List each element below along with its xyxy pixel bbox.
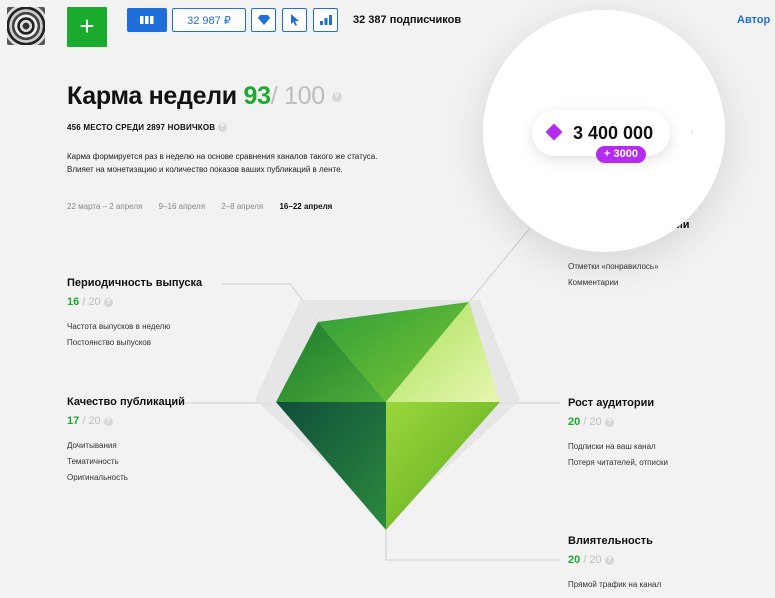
metric-score: 20 / 20 ? (568, 554, 661, 566)
reward-value: 3 400 000 (573, 123, 654, 143)
connector-line (385, 530, 560, 561)
score-max: / 20 (82, 296, 101, 308)
help-icon[interactable]: ? (604, 555, 614, 565)
metric-title: Рост аудитории (568, 397, 655, 409)
score-value: 16 (67, 296, 80, 308)
score-value: 20 (568, 554, 581, 566)
metric-item: Отметки «понравилось» (568, 262, 659, 271)
score-max: / 20 (583, 554, 602, 566)
connector-line (468, 227, 531, 303)
metric-item: Прямой трафик на канал (568, 580, 662, 589)
metric-item: Оригинальность (67, 473, 128, 482)
metric-growth: Рост аудитории 20 / 20 ? Подписки на ваш… (568, 397, 668, 471)
metric-periodicity: Периодичность выпуска 16 / 20 ? Частота … (67, 277, 202, 351)
score-max: / 20 (583, 416, 602, 428)
help-icon[interactable]: ? (103, 297, 113, 307)
score-max: / 20 (82, 415, 101, 427)
help-icon[interactable]: ? (604, 417, 614, 427)
metric-item: Комментарии (568, 278, 619, 287)
metric-item: Частота выпусков в неделю (67, 322, 171, 331)
metric-score: 16 / 20 ? (67, 296, 202, 308)
metric-score: 20 / 20 ? (568, 416, 668, 428)
score-value: 20 (568, 416, 581, 428)
reward-delta-badge: + 3000 (596, 146, 646, 163)
metric-item: Потеря читателей, отписки (568, 458, 668, 467)
metric-title: Качество публикаций (67, 396, 185, 408)
metric-item: Постоянство выпусков (67, 338, 151, 347)
score-value: 17 (67, 415, 80, 427)
help-icon[interactable]: ? (103, 416, 113, 426)
metric-quality: Качество публикаций 17 / 20 ? Дочитывани… (67, 396, 185, 486)
chevron-right-icon: › (690, 127, 694, 139)
metric-item: Подписки на ваш канал (568, 442, 656, 451)
metric-score: 17 / 20 ? (67, 415, 185, 427)
metric-title: Периодичность выпуска (67, 277, 203, 289)
metric-item: Тематичность (67, 457, 119, 466)
metric-influence: Влиятельность 20 / 20 ? Прямой трафик на… (568, 535, 661, 593)
metric-title: Влиятельность (568, 535, 653, 547)
metric-item: Дочитывания (67, 441, 117, 450)
